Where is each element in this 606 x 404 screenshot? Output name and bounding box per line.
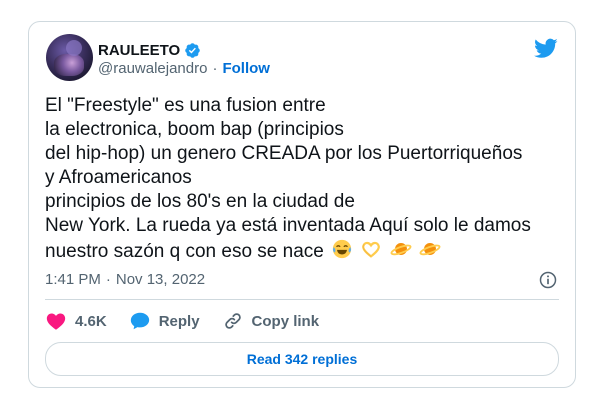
tweet-card[interactable]: RAULEETO @rauwalejandro · Follow El "Fre…	[28, 21, 576, 388]
read-replies-button[interactable]: Read 342 replies	[45, 342, 559, 376]
link-icon	[224, 313, 241, 329]
timestamp[interactable]: 1:41 PM · Nov 13, 2022	[45, 271, 205, 288]
display-name[interactable]: RAULEETO	[98, 42, 180, 59]
heart-hands-emoji-icon	[362, 241, 381, 258]
reply-bubble-icon	[130, 312, 149, 330]
twitter-bird-icon[interactable]	[534, 36, 558, 60]
like-button[interactable]: 4.6K	[45, 310, 107, 332]
handle[interactable]: @rauwalejandro	[98, 60, 207, 77]
avatar-figure	[54, 54, 84, 76]
author-name-row[interactable]: RAULEETO	[98, 40, 201, 60]
reply-button[interactable]: Reply	[129, 310, 200, 332]
heart-icon	[46, 313, 66, 330]
info-icon[interactable]	[538, 270, 558, 290]
copy-link-button[interactable]: Copy link	[222, 310, 320, 332]
author-handle-row: @rauwalejandro · Follow	[98, 60, 270, 77]
verified-badge-icon	[185, 42, 200, 58]
ringed-planet-emoji-icon	[390, 243, 412, 256]
action-bar: 4.6K Reply Copy link	[45, 309, 341, 333]
tweet-text-line: nuestro sazón q con eso se nace	[45, 241, 324, 262]
like-count: 4.6K	[75, 312, 107, 330]
date-separator: ·	[105, 271, 111, 288]
avatar-highlight	[66, 40, 82, 56]
divider	[45, 299, 559, 300]
tweet-date[interactable]: Nov 13, 2022	[116, 271, 205, 288]
tweet-text-line-last: nuestro sazón q con eso se nace	[45, 238, 565, 264]
tweet-text-line: y Afroamericanos	[45, 167, 192, 188]
copy-link-label: Copy link	[251, 312, 320, 330]
tweet-time[interactable]: 1:41 PM	[45, 271, 101, 288]
tweet-text-line: del hip-hop) un genero CREADA por los Pu…	[45, 143, 523, 164]
ringed-planet-emoji-icon	[419, 243, 441, 256]
handle-separator: ·	[212, 60, 218, 77]
tears-of-joy-emoji-icon	[332, 239, 352, 259]
avatar[interactable]	[46, 34, 93, 81]
reply-label: Reply	[158, 312, 200, 330]
tweet-text-line: la electronica, boom bap (principios	[45, 119, 344, 140]
tweet-text-line: principios de los 80's en la ciudad de	[45, 191, 355, 212]
follow-button[interactable]: Follow	[222, 60, 270, 77]
tweet-text-line: El "Freestyle" es una fusion entre	[45, 95, 326, 116]
tweet-text-line: New York. La rueda ya está inventada Aqu…	[45, 215, 531, 236]
tweet-text: El "Freestyle" es una fusion entre la el…	[45, 94, 565, 264]
